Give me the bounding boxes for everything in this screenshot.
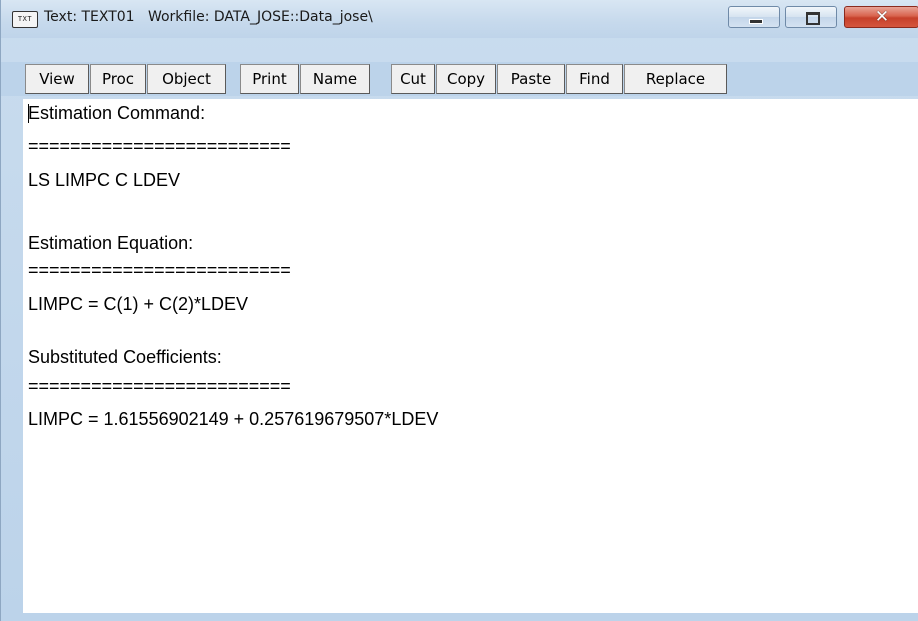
- minimize-icon: [749, 19, 763, 24]
- text-line: LIMPC = C(1) + C(2)*LDEV: [28, 294, 249, 314]
- replace-button[interactable]: Replace: [624, 64, 727, 94]
- text-line: Estimation Equation:: [28, 233, 194, 253]
- text-line: Estimation Command:: [28, 103, 206, 123]
- name-button[interactable]: Name: [300, 64, 370, 94]
- text-object-window: TXT Text: TEXT01 Workfile: DATA_JOSE::Da…: [0, 0, 918, 621]
- maximize-icon: [806, 12, 820, 25]
- cut-button[interactable]: Cut: [391, 64, 435, 94]
- view-button[interactable]: View: [25, 64, 89, 94]
- paste-button[interactable]: Paste: [497, 64, 565, 94]
- text-line: LIMPC = 1.61556902149 + 0.257619679507*L…: [28, 409, 439, 429]
- close-icon: ✕: [874, 7, 890, 27]
- copy-button[interactable]: Copy: [436, 64, 496, 94]
- text-line: Substituted Coefficients:: [28, 347, 222, 367]
- text-object-icon: TXT: [12, 11, 38, 28]
- text-line: =========================: [28, 260, 291, 280]
- object-button[interactable]: Object: [147, 64, 226, 94]
- find-button[interactable]: Find: [566, 64, 623, 94]
- text-line: =========================: [28, 376, 291, 396]
- print-button[interactable]: Print: [240, 64, 299, 94]
- close-button[interactable]: ✕: [844, 6, 918, 28]
- minimize-button[interactable]: [728, 6, 780, 28]
- maximize-button[interactable]: [785, 6, 837, 28]
- text-line: LS LIMPC C LDEV: [28, 170, 181, 190]
- text-line: =========================: [28, 136, 291, 156]
- window-title: Text: TEXT01 Workfile: DATA_JOSE::Data_j…: [44, 9, 373, 25]
- proc-button[interactable]: Proc: [90, 64, 146, 94]
- title-bar[interactable]: TXT Text: TEXT01 Workfile: DATA_JOSE::Da…: [1, 0, 918, 38]
